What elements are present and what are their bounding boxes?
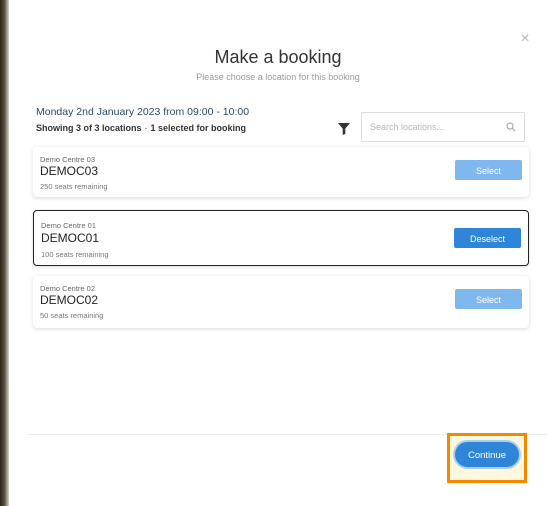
filter-icon[interactable]	[338, 123, 350, 135]
select-button-democ02[interactable]: Select	[455, 289, 522, 309]
locations-summary: Showing 3 of 3 locations · 1 selected for …	[36, 123, 246, 133]
selected-count: 1 selected for booking	[150, 123, 247, 133]
location-card-democ01: Demo Centre 01 DEMOC01 100 seats remaini…	[33, 210, 529, 266]
seats-remaining: 50 seats remaining	[40, 311, 104, 320]
location-card-democ03: Demo Centre 03 DEMOC03 250 seats remaini…	[33, 147, 529, 197]
page: × Make a booking Please choose a locatio…	[0, 0, 547, 506]
dialog-top-margin	[9, 0, 547, 9]
centre-name: Demo Centre 02	[40, 284, 96, 293]
close-icon[interactable]: ×	[517, 31, 533, 47]
search-icon[interactable]	[506, 122, 516, 132]
select-button-democ03[interactable]: Select	[455, 160, 522, 180]
centre-name: Demo Centre 03	[40, 155, 96, 164]
centre-code: DEMOC03	[40, 164, 99, 178]
centre-code: DEMOC02	[40, 293, 99, 307]
booking-date-time: Monday 2nd January 2023 from 09:00 - 10:…	[36, 106, 250, 118]
seats-remaining: 100 seats remaining	[41, 250, 109, 259]
centre-code: DEMOC01	[41, 231, 100, 245]
showing-count: Showing 3 of 3 locations	[36, 123, 142, 133]
summary-separator: ·	[144, 123, 148, 133]
dialog-subtitle: Please choose a location for this bookin…	[196, 72, 360, 82]
seats-remaining: 250 seats remaining	[40, 182, 108, 191]
centre-name: Demo Centre 01	[41, 221, 97, 230]
background-window-edge	[0, 0, 9, 506]
search-box	[361, 112, 525, 142]
booking-dialog: × Make a booking Please choose a locatio…	[9, 9, 547, 506]
location-card-democ02: Demo Centre 02 DEMOC02 50 seats remainin…	[33, 276, 529, 328]
deselect-button-democ01[interactable]: Deselect	[454, 228, 521, 248]
dialog-title: Make a booking	[214, 47, 342, 67]
search-input[interactable]	[362, 113, 500, 141]
continue-button[interactable]: Continue	[453, 440, 521, 469]
